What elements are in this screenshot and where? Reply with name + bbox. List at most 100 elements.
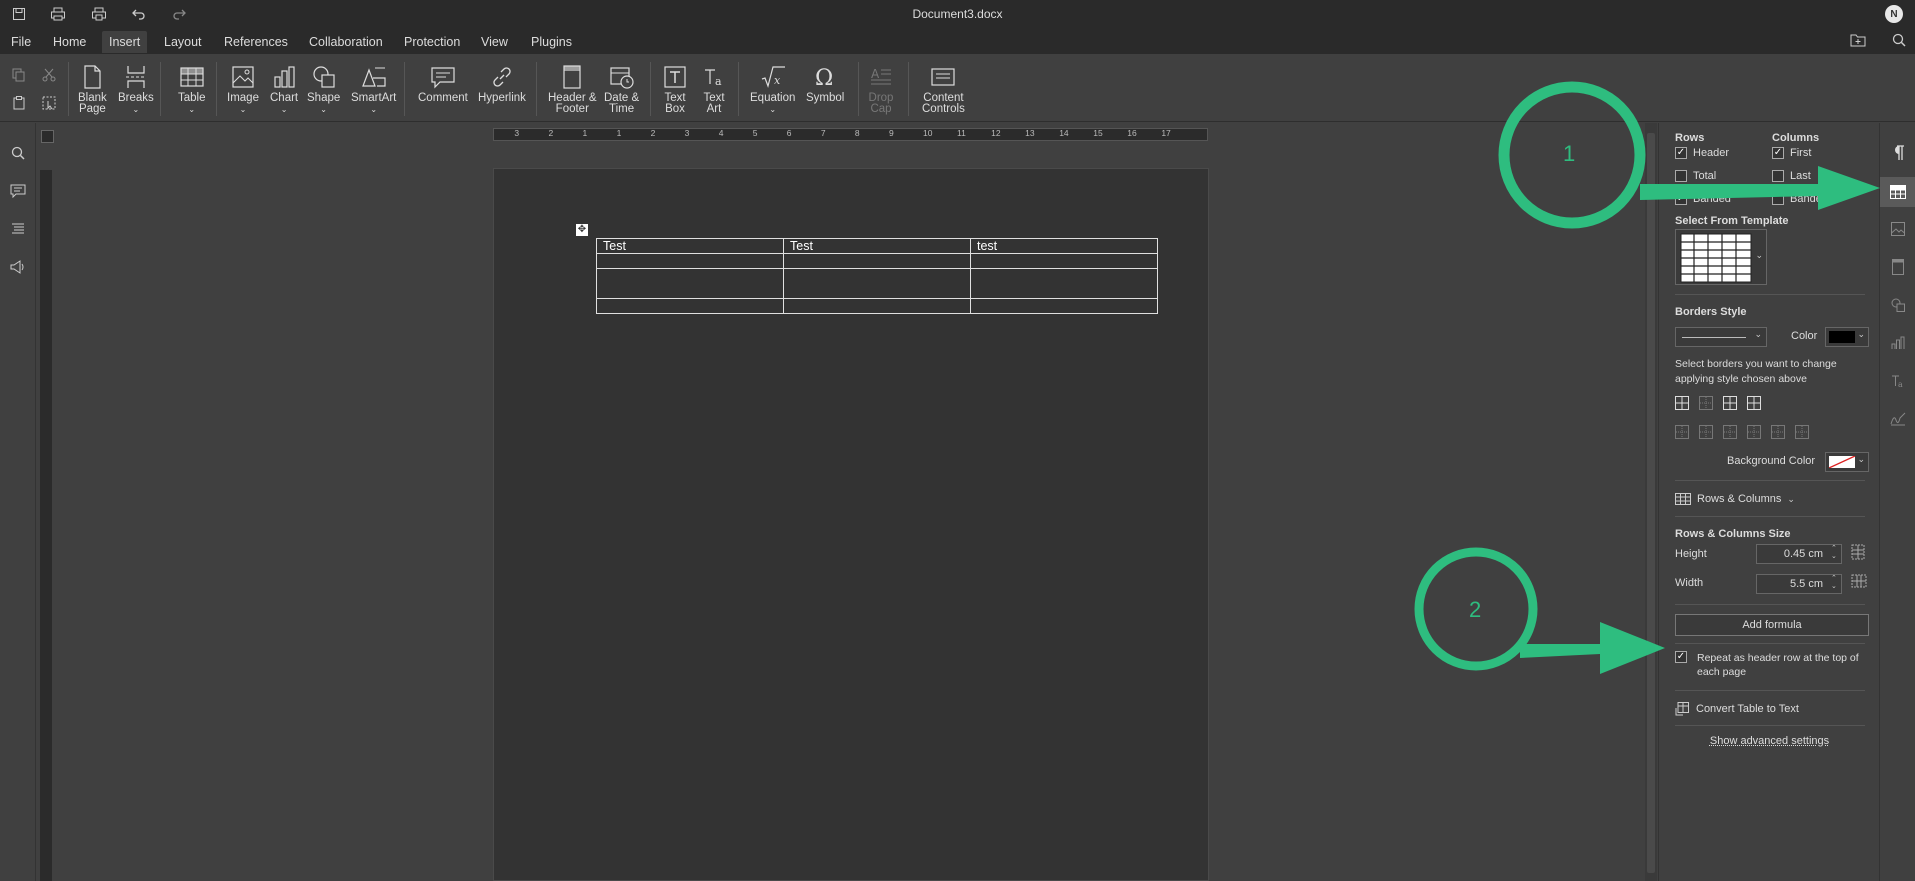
inner-cross-borders-icon[interactable] bbox=[1723, 396, 1737, 410]
signature-settings-tab[interactable] bbox=[1886, 407, 1910, 431]
header-row-checkbox[interactable]: ✓ bbox=[1675, 147, 1687, 159]
table-cell[interactable] bbox=[597, 299, 784, 314]
table-cell[interactable]: test bbox=[971, 239, 1158, 254]
paragraph-settings-tab[interactable] bbox=[1886, 141, 1910, 165]
header-footer-settings-tab[interactable] bbox=[1886, 255, 1910, 279]
row-height-input[interactable]: 0.45 cm bbox=[1756, 544, 1842, 564]
menu-home[interactable]: Home bbox=[46, 31, 93, 53]
top-border-icon[interactable] bbox=[1747, 425, 1761, 439]
copy-icon[interactable] bbox=[10, 68, 28, 84]
distribute-columns-icon[interactable] bbox=[1851, 574, 1867, 591]
ruler-number: 9 bbox=[889, 128, 894, 138]
table-button[interactable]: Table ⌄ bbox=[178, 64, 206, 115]
image-settings-tab[interactable] bbox=[1886, 217, 1910, 241]
table-move-handle-icon[interactable]: ✥ bbox=[576, 224, 588, 236]
table-cell[interactable] bbox=[784, 254, 971, 269]
convert-table-to-text-button[interactable]: Convert Table to Text bbox=[1675, 700, 1799, 718]
equation-button[interactable]: x Equation ⌄ bbox=[750, 64, 795, 115]
menu-file[interactable]: File bbox=[4, 31, 38, 53]
table-cell[interactable] bbox=[784, 299, 971, 314]
vertical-scrollbar[interactable] bbox=[1645, 123, 1657, 881]
menu-plugins[interactable]: Plugins bbox=[524, 31, 579, 53]
menu-insert[interactable]: Insert bbox=[102, 31, 147, 53]
blank-page-button[interactable]: Blank Page bbox=[78, 64, 107, 115]
table-cell[interactable] bbox=[971, 254, 1158, 269]
shape-settings-tab[interactable] bbox=[1886, 293, 1910, 317]
paste-icon[interactable] bbox=[10, 96, 28, 112]
avatar[interactable]: N bbox=[1885, 5, 1903, 23]
search-icon[interactable] bbox=[1888, 30, 1910, 50]
symbol-button[interactable]: Ω Symbol bbox=[806, 64, 844, 104]
search-icon[interactable] bbox=[7, 142, 29, 164]
first-column-checkbox[interactable]: ✓ bbox=[1772, 147, 1784, 159]
vertical-ruler[interactable] bbox=[40, 170, 52, 881]
table-cell[interactable] bbox=[597, 269, 784, 299]
comment-button[interactable]: Comment bbox=[418, 64, 468, 104]
menu-collaboration[interactable]: Collaboration bbox=[302, 31, 390, 53]
header-footer-button[interactable]: Header & Footer bbox=[548, 64, 597, 115]
image-icon bbox=[230, 64, 256, 90]
distribute-rows-icon[interactable] bbox=[1851, 544, 1865, 563]
document-page[interactable]: ✥ Test Test test bbox=[493, 168, 1209, 881]
document-table[interactable]: Test Test test bbox=[596, 238, 1158, 314]
annotation-number-1: 1 bbox=[1563, 141, 1575, 167]
last-column-checkbox[interactable] bbox=[1772, 170, 1784, 182]
content-controls-button[interactable]: Content Controls bbox=[922, 64, 965, 115]
text-box-button[interactable]: Text Box bbox=[662, 64, 688, 115]
drop-cap-button[interactable]: A Drop Cap bbox=[868, 64, 894, 115]
cut-icon[interactable] bbox=[40, 68, 58, 84]
banded-rows-checkbox[interactable]: ✓ bbox=[1675, 193, 1687, 205]
feedback-icon[interactable] bbox=[7, 256, 29, 278]
text-art-settings-tab[interactable]: a bbox=[1886, 369, 1910, 393]
inner-borders-icon[interactable] bbox=[1699, 396, 1713, 410]
add-formula-button[interactable]: Add formula bbox=[1675, 614, 1869, 636]
menu-layout[interactable]: Layout bbox=[157, 31, 209, 53]
outer-borders-icon[interactable] bbox=[1747, 396, 1761, 410]
color-label: Color bbox=[1791, 330, 1817, 342]
background-color-picker[interactable]: ⌄ bbox=[1825, 452, 1869, 472]
banded-columns-checkbox[interactable] bbox=[1772, 193, 1784, 205]
inner-vertical-border-icon[interactable] bbox=[1699, 425, 1713, 439]
table-cell[interactable]: Test bbox=[597, 239, 784, 254]
hyperlink-button[interactable]: Hyperlink bbox=[478, 64, 526, 104]
right-border-icon[interactable] bbox=[1723, 425, 1737, 439]
comments-icon[interactable] bbox=[7, 180, 29, 202]
date-time-button[interactable]: Date & Time bbox=[604, 64, 639, 115]
table-cell[interactable] bbox=[971, 269, 1158, 299]
table-cell[interactable] bbox=[971, 299, 1158, 314]
table-settings-tab[interactable] bbox=[1880, 177, 1915, 207]
repeat-header-checkbox[interactable]: ✓ bbox=[1675, 651, 1687, 663]
border-color-picker[interactable]: ⌄ bbox=[1825, 327, 1869, 347]
navigation-icon[interactable] bbox=[7, 218, 29, 240]
shape-button[interactable]: Shape ⌄ bbox=[307, 64, 340, 115]
smartart-button[interactable]: SmartArt ⌄ bbox=[351, 64, 396, 115]
bottom-border-icon[interactable] bbox=[1795, 425, 1809, 439]
image-button[interactable]: Image ⌄ bbox=[227, 64, 259, 115]
right-tab-strip: a bbox=[1879, 123, 1915, 881]
show-advanced-settings-link[interactable]: Show advanced settings bbox=[1659, 735, 1880, 747]
menu-protection[interactable]: Protection bbox=[397, 31, 467, 53]
breaks-button[interactable]: Breaks ⌄ bbox=[118, 64, 154, 115]
text-art-button[interactable]: a Text Art bbox=[701, 64, 727, 115]
column-width-input[interactable]: 5.5 cm bbox=[1756, 574, 1842, 594]
horizontal-ruler[interactable]: 3 2 1 1 2 3 4 5 6 7 8 9 10 11 12 13 14 15 16 17 bbox=[493, 128, 1208, 141]
menu-view[interactable]: View bbox=[474, 31, 515, 53]
open-location-icon[interactable] bbox=[1847, 30, 1869, 50]
menu-references[interactable]: References bbox=[217, 31, 295, 53]
table-cell[interactable] bbox=[597, 254, 784, 269]
chart-button[interactable]: Chart ⌄ bbox=[270, 64, 298, 115]
spinner-arrows-icon: ⌃ ⌄ bbox=[1831, 545, 1837, 561]
all-borders-icon[interactable] bbox=[1675, 396, 1689, 410]
left-border-icon[interactable] bbox=[1675, 425, 1689, 439]
inner-horizontal-border-icon[interactable] bbox=[1771, 425, 1785, 439]
chart-settings-tab[interactable] bbox=[1886, 331, 1910, 355]
table-cell[interactable] bbox=[784, 269, 971, 299]
total-row-checkbox[interactable] bbox=[1675, 170, 1687, 182]
table-cell[interactable]: Test bbox=[784, 239, 971, 254]
comment-icon bbox=[430, 64, 456, 90]
rows-columns-menu[interactable]: Rows & Columns ⌄ bbox=[1675, 490, 1795, 508]
tab-stop-selector[interactable] bbox=[41, 130, 54, 143]
border-style-select[interactable]: ⌄ bbox=[1675, 327, 1767, 347]
template-picker[interactable]: ⌄ bbox=[1675, 229, 1767, 285]
select-all-icon[interactable] bbox=[40, 96, 58, 112]
